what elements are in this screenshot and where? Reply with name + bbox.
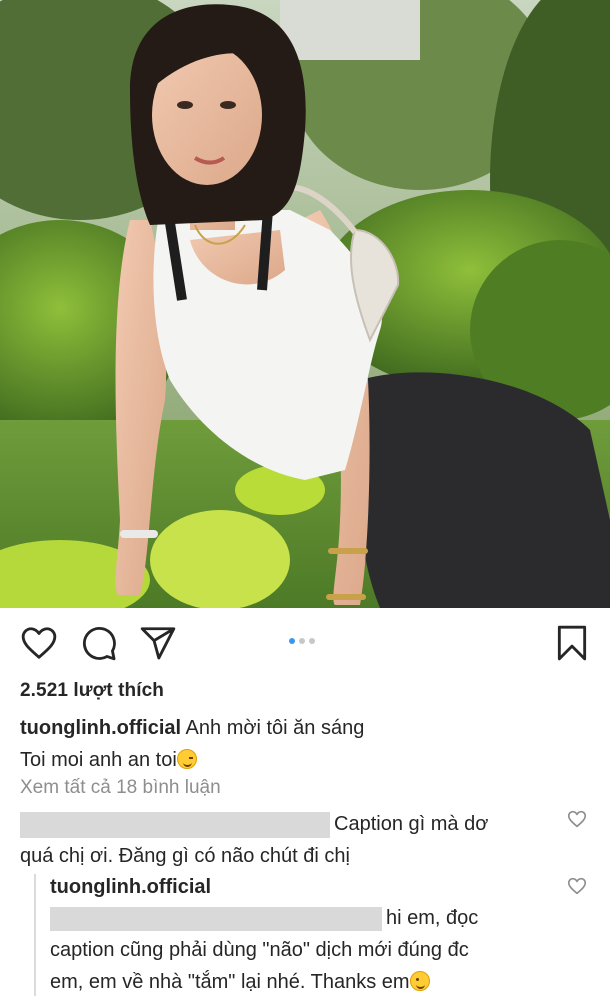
caption-text-line1: Anh mời tôi ăn sáng: [185, 717, 365, 739]
comment-bubble-icon[interactable]: [80, 624, 118, 662]
reply-comment: hi em, đọc caption cũng phải dùng "não" …: [50, 902, 550, 998]
reply-text-line1: hi em, đọc: [386, 907, 479, 929]
likes-count[interactable]: 2.521 lượt thích: [20, 680, 164, 702]
reply-text-line3: em, em về nhà "tắm" lại nhé. Thanks em: [50, 971, 410, 993]
carousel-dot-active: [289, 638, 295, 644]
paper-plane-icon[interactable]: [139, 624, 177, 662]
carousel-indicator: [289, 638, 315, 644]
view-all-comments-link[interactable]: Xem tất cả 18 bình luận: [20, 777, 221, 799]
comment-text-line2: quá chị ơi. Đăng gì có não chút đi chị: [20, 845, 350, 867]
carousel-dot: [299, 638, 305, 644]
winking-face-emoji: [176, 749, 197, 769]
caption-text-line2: Toi moi anh an toi: [20, 749, 177, 771]
carousel-dot: [309, 638, 315, 644]
reply-text-line2: caption cũng phải dùng "não" dịch mới đú…: [50, 939, 469, 961]
small-heart-icon[interactable]: [566, 875, 588, 902]
comment-text-line1: Caption gì mà dơ: [334, 813, 489, 835]
reply-thread-line: [34, 874, 36, 996]
reply-username[interactable]: tuonglinh.official: [50, 876, 211, 899]
redacted-username: [20, 811, 330, 838]
comment-item: Caption gì mà dơ quá chị ơi. Đăng gì có …: [20, 808, 560, 872]
heart-icon[interactable]: [20, 624, 58, 662]
redacted-mention: [50, 906, 382, 931]
bookmark-icon[interactable]: [554, 624, 590, 662]
small-heart-icon[interactable]: [566, 808, 588, 835]
smiling-face-emoji: [409, 971, 430, 991]
photo-illustration: [0, 0, 610, 608]
caption-username[interactable]: tuonglinh.official: [20, 717, 181, 739]
post-caption: tuonglinh.official Anh mời tôi ăn sáng T…: [20, 712, 590, 776]
post-photo[interactable]: [0, 0, 610, 608]
